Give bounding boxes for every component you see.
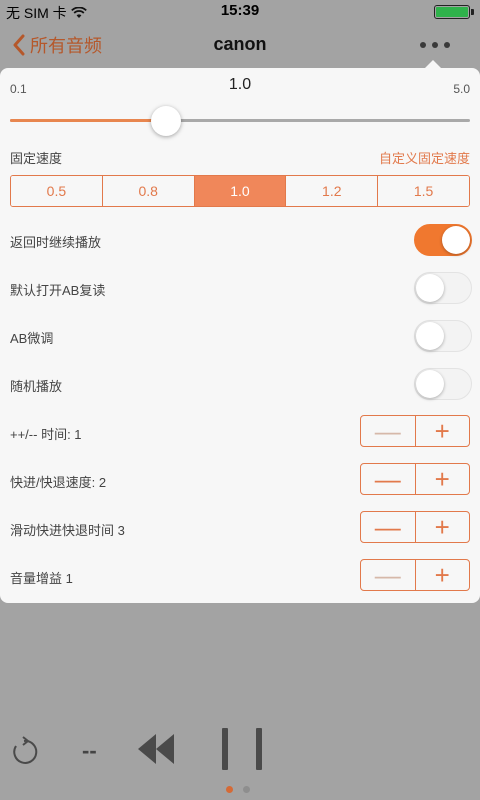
swipe-seek-time-stepper: — + xyxy=(360,511,470,543)
status-time: 15:39 xyxy=(220,2,260,19)
speed-slider-fill xyxy=(10,119,167,122)
pause-bar xyxy=(222,728,228,770)
toggle-knob xyxy=(416,322,444,350)
ab-fine-tune-label: AB微调 xyxy=(10,331,54,346)
increment-button[interactable]: + xyxy=(416,464,470,494)
player-controls: -- xyxy=(0,700,480,800)
battery-fill xyxy=(436,7,468,17)
ab-repeat-default-toggle[interactable] xyxy=(414,272,472,304)
popover-arrow xyxy=(424,60,442,69)
page-dot[interactable] xyxy=(243,786,250,793)
increment-button[interactable]: + xyxy=(416,416,470,446)
more-dot xyxy=(444,42,450,48)
playback-time: -- xyxy=(82,738,97,763)
battery-icon xyxy=(434,5,474,19)
shuffle-label: 随机播放 xyxy=(10,379,63,394)
resume-on-return-label: 返回时继续播放 xyxy=(10,235,102,250)
speed-option[interactable]: 1.0 xyxy=(194,176,287,206)
increment-button[interactable]: + xyxy=(416,512,470,542)
volume-gain-stepper: — + xyxy=(360,559,470,591)
speed-slider-thumb[interactable] xyxy=(151,106,182,136)
rewind-icon[interactable] xyxy=(138,732,178,766)
speed-max-label: 5.0 xyxy=(453,82,470,96)
page-title: canon xyxy=(213,34,267,54)
toggle-knob xyxy=(416,274,444,302)
seek-speed-label: 快进/快退速度: 2 xyxy=(10,475,107,490)
decrement-button[interactable]: — xyxy=(361,560,416,590)
pause-icon[interactable] xyxy=(222,728,262,770)
resume-on-return-toggle[interactable] xyxy=(414,224,472,256)
repeat-icon[interactable] xyxy=(8,736,40,768)
decrement-button[interactable]: — xyxy=(361,512,416,542)
more-icon[interactable] xyxy=(420,33,450,57)
skip-time-label: ++/-- 时间: 1 xyxy=(10,427,82,442)
volume-gain-label: 音量增益 1 xyxy=(10,571,73,586)
seek-speed-stepper: — + xyxy=(360,463,470,495)
page-dot[interactable] xyxy=(226,786,233,793)
speed-option[interactable]: 0.8 xyxy=(102,176,195,206)
more-dot xyxy=(432,42,438,48)
nav-bar: 所有音频 canon xyxy=(0,24,480,68)
speed-slider-track[interactable] xyxy=(10,119,470,122)
speed-option[interactable]: 0.5 xyxy=(11,176,103,206)
shuffle-toggle[interactable] xyxy=(414,368,472,400)
speed-option[interactable]: 1.2 xyxy=(286,176,379,206)
pause-bar xyxy=(256,728,262,770)
ab-repeat-default-label: 默认打开AB复读 xyxy=(10,283,106,298)
toggle-knob xyxy=(416,370,444,398)
custom-speed-link[interactable]: 自定义固定速度 xyxy=(379,148,470,167)
ab-fine-tune-toggle[interactable] xyxy=(414,320,472,352)
swipe-seek-time-label: 滑动快进快退时间 3 xyxy=(10,523,125,538)
decrement-button[interactable]: — xyxy=(361,464,416,494)
page-indicator xyxy=(226,786,250,793)
status-bar: 无 SIM 卡 15:39 xyxy=(0,0,480,24)
decrement-button[interactable]: — xyxy=(361,416,416,446)
more-dot xyxy=(420,42,426,48)
toggle-knob xyxy=(442,226,470,254)
fixed-speed-label: 固定速度 xyxy=(10,151,63,166)
speed-option[interactable]: 1.5 xyxy=(378,176,469,206)
settings-panel: 0.1 1.0 5.0 固定速度 自定义固定速度 0.5 0.8 1.0 1.2… xyxy=(0,60,480,603)
speed-value-label: 1.0 xyxy=(228,76,252,93)
battery-tip xyxy=(471,9,474,15)
speed-segmented-control: 0.5 0.8 1.0 1.2 1.5 xyxy=(10,175,470,207)
increment-button[interactable]: + xyxy=(416,560,470,590)
skip-time-stepper: — + xyxy=(360,415,470,447)
